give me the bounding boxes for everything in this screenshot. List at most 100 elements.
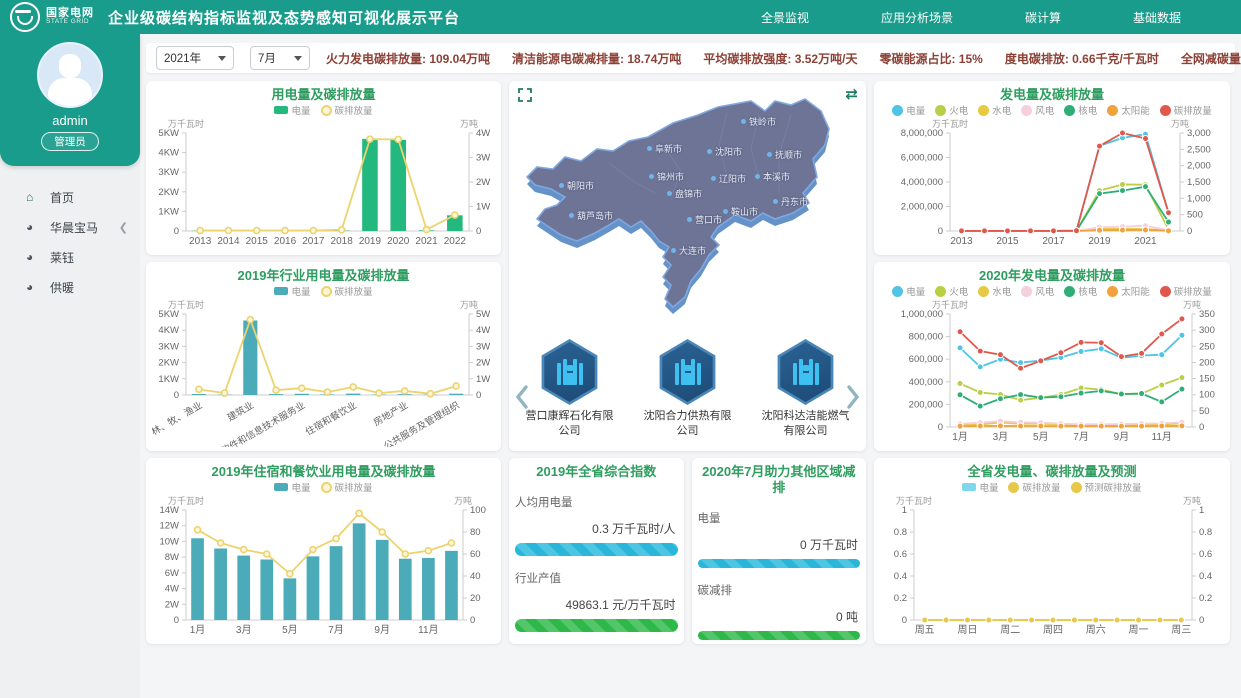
sidebar-item-1[interactable]: ◕华晨宝马❮ <box>0 212 140 242</box>
legend-item-太阳能[interactable]: 太阳能 <box>1107 284 1150 298</box>
sidebar-item-0[interactable]: ⌂首页 <box>0 182 140 212</box>
carousel-next-icon[interactable] <box>846 385 860 409</box>
svg-text:0.8: 0.8 <box>1199 527 1212 538</box>
legend-item-核电[interactable]: 核电 <box>1064 103 1097 117</box>
legend-item-核电[interactable]: 核电 <box>1064 284 1097 298</box>
card-map: ⇄ 铁岭市阜新市沈阳市抚顺市锦州市辽阳市本溪市朝阳市盘锦市丹东市葫芦岛市鞍山市营… <box>509 81 866 451</box>
svg-text:2019: 2019 <box>359 236 382 247</box>
map-city-锦州市[interactable]: 锦州市 <box>649 170 684 183</box>
line-legend-icon <box>1064 105 1075 116</box>
svg-text:300: 300 <box>1199 325 1215 336</box>
bar-legend-icon <box>962 483 976 491</box>
company-item-1[interactable]: 沈阳合力供热有限公司 <box>642 339 734 439</box>
legend-item-风电[interactable]: 风电 <box>1021 284 1054 298</box>
city-marker-icon <box>687 217 692 222</box>
city-name: 大连市 <box>679 244 706 257</box>
carousel-prev-icon[interactable] <box>515 385 529 409</box>
svg-text:0.4: 0.4 <box>894 571 907 582</box>
legend-item-碳排放量[interactable]: 碳排放量 <box>1160 103 1212 117</box>
liaoning-map[interactable]: 铁岭市阜新市 沈阳市 抚顺市锦州市 辽阳市本溪市朝阳市盘锦市丹东市葫芦岛市 鞍山市营口市… <box>513 85 862 333</box>
map-city-朝阳市[interactable]: 朝阳市 <box>559 179 594 192</box>
nav-item-0[interactable]: 全景监视 <box>761 9 809 26</box>
city-marker-icon <box>741 119 746 124</box>
month-select[interactable]: 7月 <box>250 46 310 70</box>
sidebar-item-3[interactable]: ◕供暖 <box>0 272 140 302</box>
legend-item-电量[interactable]: 电量 <box>892 103 925 117</box>
page-title: 企业级碳结构指标监视及态势感知可视化展示平台 <box>108 7 460 28</box>
legend-item-电量[interactable]: 电量 <box>274 480 310 494</box>
svg-text:4W: 4W <box>476 325 490 336</box>
sidebar-item-2[interactable]: ◕莱钰 <box>0 242 140 272</box>
legend-item-水电[interactable]: 水电 <box>978 103 1011 117</box>
bar-legend-icon <box>274 483 288 491</box>
svg-text:6,000,000: 6,000,000 <box>901 153 943 164</box>
svg-text:50: 50 <box>1199 406 1210 417</box>
legend-item-碳排放量[interactable]: 碳排放量 <box>1008 480 1060 494</box>
map-city-阜新市[interactable]: 阜新市 <box>647 142 682 155</box>
map-city-铁岭市[interactable]: 铁岭市 <box>741 115 776 128</box>
map-city-大连市[interactable]: 大连市 <box>671 244 706 257</box>
svg-text:1月: 1月 <box>190 624 206 636</box>
legend-item-水电[interactable]: 水电 <box>978 284 1011 298</box>
legend-item-碳排放量[interactable]: 碳排放量 <box>1160 284 1212 298</box>
metric-label: 行业产值 <box>515 570 678 586</box>
chart-generation-carbon: 万千瓦时万吨02,000,0004,000,0006,000,0008,000,… <box>880 117 1224 251</box>
chart-legend: 电量碳排放量 <box>152 480 495 494</box>
legend-item-预测碳排放量[interactable]: 预测碳排放量 <box>1071 480 1142 494</box>
svg-text:周三: 周三 <box>1171 624 1191 636</box>
map-city-本溪市[interactable]: 本溪市 <box>755 170 790 183</box>
card-industry-2019: 2019年行业用电量及碳排放量 电量碳排放量 万千瓦时万吨01KW2KW3KW4… <box>146 262 501 451</box>
stat-3: 零碳能源占比: 15% <box>879 50 982 67</box>
legend-item-电量[interactable]: 电量 <box>962 480 998 494</box>
map-city-盘锦市[interactable]: 盘锦市 <box>667 187 702 200</box>
line-legend-icon <box>321 286 332 297</box>
map-city-丹东市[interactable]: 丹东市 <box>773 195 808 208</box>
map-city-沈阳市[interactable]: 沈阳市 <box>707 145 742 158</box>
svg-text:周六: 周六 <box>1086 624 1106 636</box>
legend-item-火电[interactable]: 火电 <box>935 284 968 298</box>
line-legend-icon <box>1071 482 1082 493</box>
legend-item-电量[interactable]: 电量 <box>274 103 310 117</box>
svg-text:2013: 2013 <box>950 236 973 247</box>
legend-item-太阳能[interactable]: 太阳能 <box>1107 103 1150 117</box>
fullscreen-icon[interactable] <box>517 87 533 103</box>
legend-item-火电[interactable]: 火电 <box>935 103 968 117</box>
svg-text:5W: 5W <box>476 309 490 320</box>
year-select[interactable]: 2021年 <box>156 46 234 70</box>
stat-4: 度电碳排放: 0.66千克/千瓦时 <box>1005 50 1159 67</box>
chevron-down-icon <box>218 56 226 61</box>
legend-item-碳排放量[interactable]: 碳排放量 <box>321 480 373 494</box>
map-city-辽阳市[interactable]: 辽阳市 <box>711 172 746 185</box>
city-name: 锦州市 <box>657 170 684 183</box>
svg-text:建筑业: 建筑业 <box>225 399 256 424</box>
map-city-营口市[interactable]: 营口市 <box>687 213 722 226</box>
svg-text:500: 500 <box>1187 210 1203 221</box>
panel-composite-index: 2019年全省综合指数 人均用电量 0.3 万千瓦时/人 行业产值 49863.… <box>509 458 684 644</box>
company-hexagon-icon <box>775 339 837 405</box>
svg-text:0.4: 0.4 <box>1199 571 1212 582</box>
map-city-葫芦岛市[interactable]: 葫芦岛市 <box>569 209 613 222</box>
line-legend-icon <box>935 286 946 297</box>
map-city-鞍山市[interactable]: 鞍山市 <box>723 205 758 218</box>
svg-text:100: 100 <box>1199 390 1215 401</box>
legend-item-风电[interactable]: 风电 <box>1021 103 1054 117</box>
nav-item-3[interactable]: 基础数据 <box>1133 9 1181 26</box>
svg-text:0.6: 0.6 <box>1199 549 1212 560</box>
city-marker-icon <box>723 209 728 214</box>
stat-0: 火力发电碳排放量: 109.04万吨 <box>326 50 490 67</box>
chart-electricity-carbon: 万千瓦时万吨01KW2KW3KW4KW5KW01W2W3W4W201320142… <box>152 117 495 251</box>
company-item-0[interactable]: 营口康辉石化有限公司 <box>524 339 616 439</box>
company-item-2[interactable]: 沈阳科达洁能燃气有限公司 <box>760 339 852 439</box>
legend-item-碳排放量[interactable]: 碳排放量 <box>321 284 373 298</box>
swap-icon[interactable]: ⇄ <box>845 87 858 103</box>
card-hotel-catering-2019: 2019年住宿和餐饮业用电量及碳排放量 电量碳排放量 万千瓦时万吨02W4W6W… <box>146 458 501 644</box>
legend-item-碳排放量[interactable]: 碳排放量 <box>321 103 373 117</box>
svg-text:2W: 2W <box>476 358 490 369</box>
nav-item-2[interactable]: 碳计算 <box>1025 9 1061 26</box>
legend-item-电量[interactable]: 电量 <box>274 284 310 298</box>
chart-title: 2019年行业用电量及碳排放量 <box>152 268 495 284</box>
nav-item-1[interactable]: 应用分析场景 <box>881 9 953 26</box>
map-city-抚顺市[interactable]: 抚顺市 <box>767 148 802 161</box>
svg-text:2022: 2022 <box>444 236 467 247</box>
legend-item-电量[interactable]: 电量 <box>892 284 925 298</box>
